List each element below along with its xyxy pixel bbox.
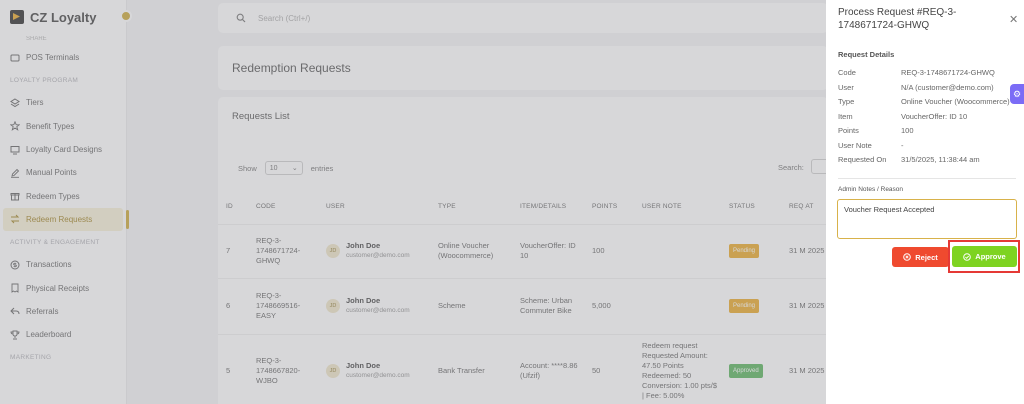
- detail-value: REQ-3-1748671724-GHWQ: [901, 68, 995, 77]
- detail-key: Type: [838, 97, 855, 106]
- detail-row: Points 100: [838, 126, 1010, 141]
- check-circle-icon: [963, 252, 972, 261]
- detail-key: User: [838, 82, 854, 92]
- divider: [838, 178, 1016, 179]
- x-circle-icon: [903, 253, 912, 261]
- detail-value: 31/5/2025, 11:38:44 am: [901, 155, 980, 164]
- modal-backdrop[interactable]: [0, 0, 826, 404]
- detail-key: Requested On: [838, 155, 887, 164]
- detail-value: -: [901, 140, 904, 150]
- detail-key: Points: [838, 126, 859, 135]
- detail-row: User Note -: [838, 141, 1010, 156]
- detail-value: N/A (customer@demo.com): [901, 82, 994, 92]
- detail-row: Requested On 31/5/2025, 11:38:44 am: [838, 155, 1010, 170]
- close-icon[interactable]: ✕: [1009, 13, 1018, 26]
- details-heading: Request Details: [838, 50, 895, 59]
- reject-button[interactable]: Reject: [892, 247, 949, 267]
- detail-row: Item VoucherOffer: ID 10: [838, 112, 1010, 127]
- gear-icon[interactable]: ⚙: [1010, 84, 1024, 104]
- detail-row: Code REQ-3-1748671724-GHWQ: [838, 68, 1010, 83]
- notes-label: Admin Notes / Reason: [838, 186, 904, 193]
- detail-value: 100: [901, 126, 914, 135]
- detail-value: Online Voucher (Woocommerce): [901, 97, 1010, 106]
- panel-title: Process Request #REQ-3-1748671724-GHWQ: [838, 7, 957, 31]
- detail-value: VoucherOffer: ID 10: [901, 111, 968, 121]
- admin-notes-textarea[interactable]: Voucher Request Accepted: [837, 199, 1017, 239]
- detail-row: Type Online Voucher (Woocommerce): [838, 97, 1010, 112]
- detail-row: User N/A (customer@demo.com): [838, 83, 1010, 98]
- approve-button[interactable]: Approve: [952, 246, 1017, 267]
- detail-key: Code: [838, 68, 856, 77]
- detail-key: Item: [838, 111, 853, 121]
- process-request-panel: Process Request #REQ-3-1748671724-GHWQ ✕…: [826, 0, 1024, 404]
- detail-key: User Note: [838, 140, 872, 150]
- details-list: Code REQ-3-1748671724-GHWQ User N/A (custo…: [838, 68, 1010, 170]
- approve-label: Approve: [975, 252, 1006, 261]
- reject-label: Reject: [915, 252, 938, 262]
